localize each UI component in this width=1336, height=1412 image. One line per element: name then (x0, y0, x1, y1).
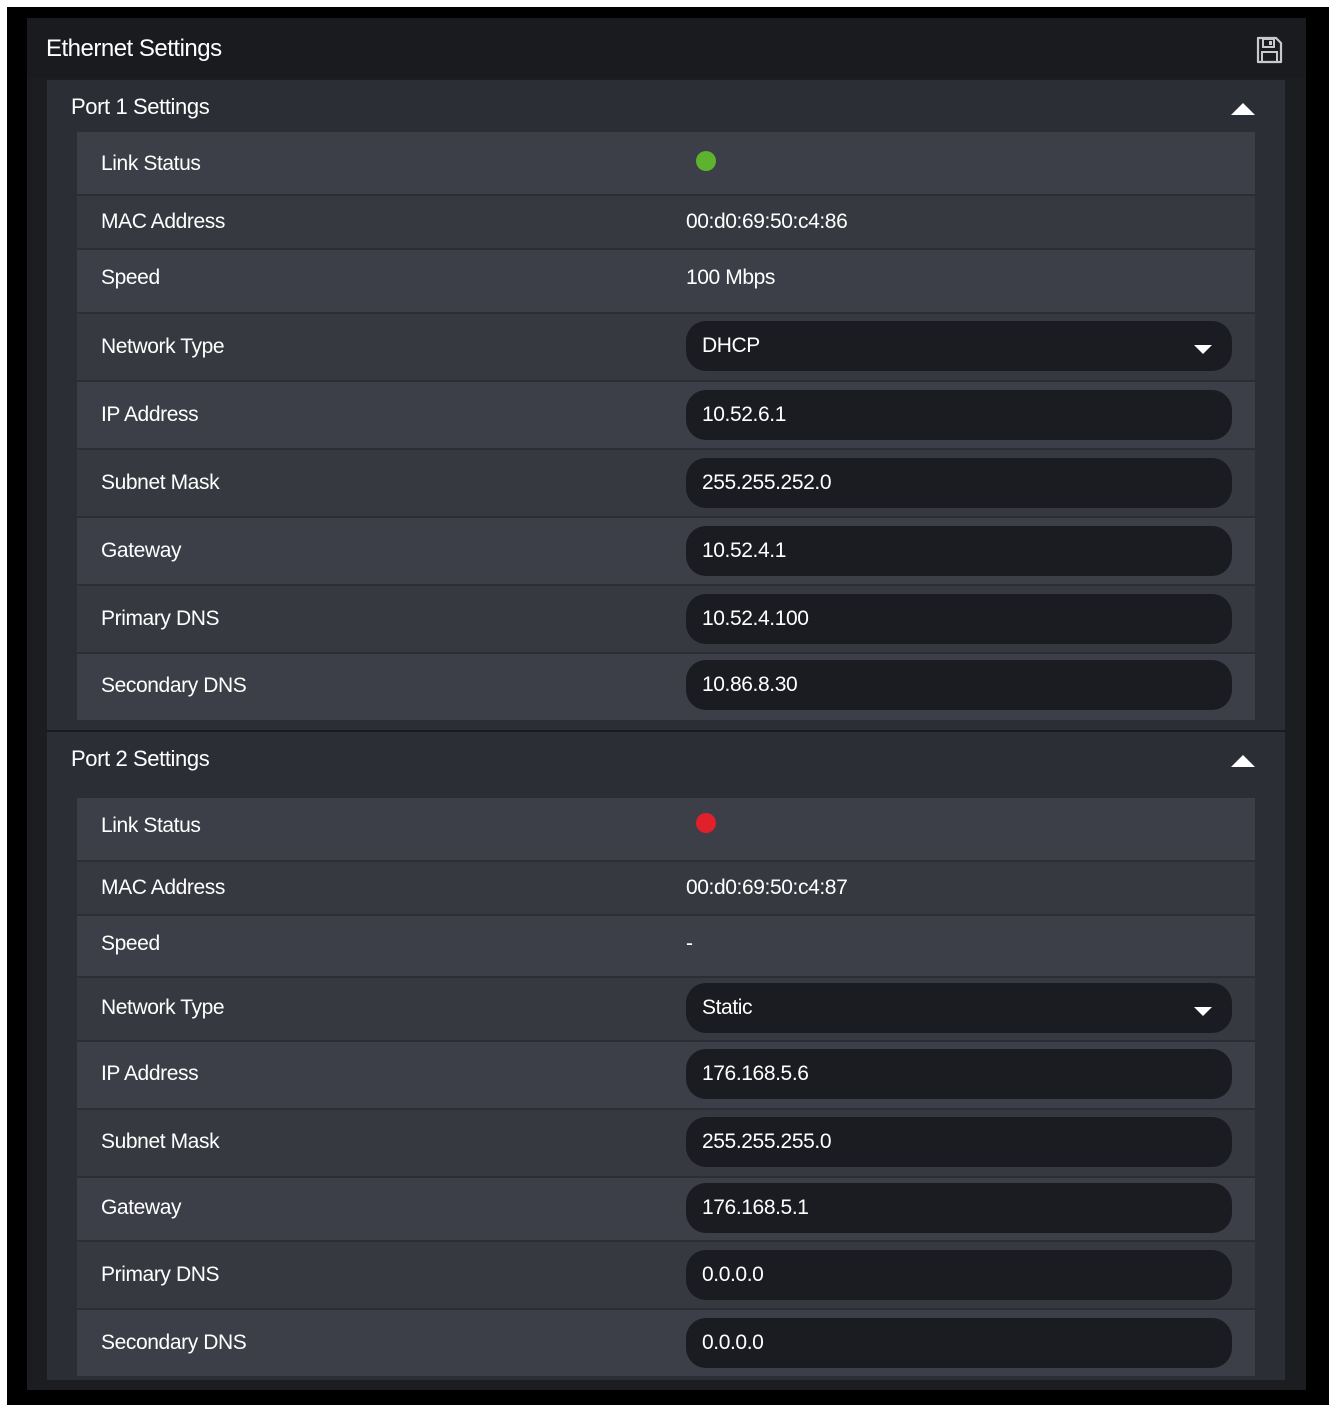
mac-address-label: MAC Address (101, 210, 225, 233)
secondary-dns-input[interactable]: 10.86.8.30 (686, 660, 1232, 710)
ip-address-input[interactable]: 176.168.5.6 (686, 1049, 1232, 1099)
primary-dns-input[interactable]: 0.0.0.0 (686, 1250, 1232, 1300)
port-1-section: Port 1 Settings Link Status MAC Address … (47, 80, 1285, 731)
primary-dns-label: Primary DNS (101, 1263, 220, 1286)
window-frame: Ethernet Settings Port 1 Settings Link S… (7, 7, 1329, 1405)
subnet-mask-value: 255.255.252.0 (702, 471, 832, 494)
ip-address-label: IP Address (101, 403, 199, 426)
primary-dns-value: 0.0.0.0 (702, 1263, 764, 1286)
secondary-dns-value: 10.86.8.30 (702, 673, 798, 696)
panel-title: Ethernet Settings (46, 35, 222, 62)
ip-address-row: IP Address 176.168.5.6 (77, 1042, 1255, 1108)
subnet-mask-input[interactable]: 255.255.255.0 (686, 1117, 1232, 1167)
gateway-value: 176.168.5.1 (702, 1196, 809, 1219)
gateway-value: 10.52.4.1 (702, 539, 786, 562)
primary-dns-label: Primary DNS (101, 607, 220, 630)
network-type-select[interactable]: Static (686, 983, 1232, 1033)
caret-up-icon[interactable] (1230, 754, 1256, 768)
subnet-mask-label: Subnet Mask (101, 1130, 220, 1153)
port-2-section: Port 2 Settings Link Status MAC Address … (47, 732, 1285, 1380)
mac-address-value: 00:d0:69:50:c4:86 (686, 210, 848, 233)
port-1-title: Port 1 Settings (71, 94, 210, 119)
speed-label: Speed (101, 932, 160, 955)
speed-label: Speed (101, 266, 160, 289)
save-icon[interactable] (1254, 35, 1284, 65)
network-type-row: Network Type DHCP (77, 314, 1255, 380)
link-status-label: Link Status (101, 814, 201, 837)
primary-dns-row: Primary DNS 0.0.0.0 (77, 1242, 1255, 1308)
mac-address-value: 00:d0:69:50:c4:87 (686, 876, 848, 899)
mac-address-row: MAC Address 00:d0:69:50:c4:86 (77, 196, 1255, 248)
network-type-label: Network Type (101, 996, 225, 1019)
gateway-row: Gateway 10.52.4.1 (77, 518, 1255, 584)
primary-dns-value: 10.52.4.100 (702, 607, 809, 630)
network-type-selected: Static (702, 996, 753, 1019)
subnet-mask-input[interactable]: 255.255.252.0 (686, 458, 1232, 508)
subnet-mask-row: Subnet Mask 255.255.255.0 (77, 1110, 1255, 1176)
panel-header: Ethernet Settings (27, 18, 1306, 78)
subnet-mask-row: Subnet Mask 255.255.252.0 (77, 450, 1255, 516)
ethernet-settings-panel: Ethernet Settings Port 1 Settings Link S… (27, 18, 1306, 1390)
network-type-row: Network Type Static (77, 978, 1255, 1040)
secondary-dns-value: 0.0.0.0 (702, 1331, 764, 1354)
chevron-down-icon (1194, 342, 1212, 354)
subnet-mask-value: 255.255.255.0 (702, 1130, 832, 1153)
gateway-input[interactable]: 10.52.4.1 (686, 526, 1232, 576)
ip-address-input[interactable]: 10.52.6.1 (686, 390, 1232, 440)
link-status-label: Link Status (101, 152, 201, 175)
link-status-row: Link Status (77, 132, 1255, 194)
secondary-dns-label: Secondary DNS (101, 1331, 247, 1354)
network-type-label: Network Type (101, 335, 225, 358)
gateway-row: Gateway 176.168.5.1 (77, 1178, 1255, 1240)
port-2-title: Port 2 Settings (71, 746, 210, 771)
speed-value: 100 Mbps (686, 266, 776, 289)
gateway-label: Gateway (101, 1196, 182, 1219)
primary-dns-row: Primary DNS 10.52.4.100 (77, 586, 1255, 652)
ip-address-label: IP Address (101, 1062, 199, 1085)
mac-address-label: MAC Address (101, 876, 225, 899)
ip-address-row: IP Address 10.52.6.1 (77, 382, 1255, 448)
gateway-input[interactable]: 176.168.5.1 (686, 1183, 1232, 1233)
speed-row: Speed - (77, 916, 1255, 976)
secondary-dns-row: Secondary DNS 0.0.0.0 (77, 1310, 1255, 1376)
chevron-down-icon (1194, 1004, 1212, 1016)
port-1-header[interactable]: Port 1 Settings (47, 80, 1285, 132)
ip-address-value: 176.168.5.6 (702, 1062, 809, 1085)
link-status-indicator (696, 813, 716, 833)
secondary-dns-input[interactable]: 0.0.0.0 (686, 1318, 1232, 1368)
network-type-select[interactable]: DHCP (686, 321, 1232, 371)
gateway-label: Gateway (101, 539, 182, 562)
caret-up-icon[interactable] (1230, 102, 1256, 116)
secondary-dns-label: Secondary DNS (101, 674, 247, 697)
mac-address-row: MAC Address 00:d0:69:50:c4:87 (77, 862, 1255, 914)
port-2-header[interactable]: Port 2 Settings (47, 732, 1285, 784)
secondary-dns-row: Secondary DNS 10.86.8.30 (77, 654, 1255, 720)
speed-value: - (686, 932, 693, 955)
speed-row: Speed 100 Mbps (77, 250, 1255, 312)
ip-address-value: 10.52.6.1 (702, 403, 786, 426)
link-status-indicator (696, 151, 716, 171)
link-status-row: Link Status (77, 798, 1255, 860)
subnet-mask-label: Subnet Mask (101, 471, 220, 494)
network-type-selected: DHCP (702, 334, 760, 357)
primary-dns-input[interactable]: 10.52.4.100 (686, 594, 1232, 644)
